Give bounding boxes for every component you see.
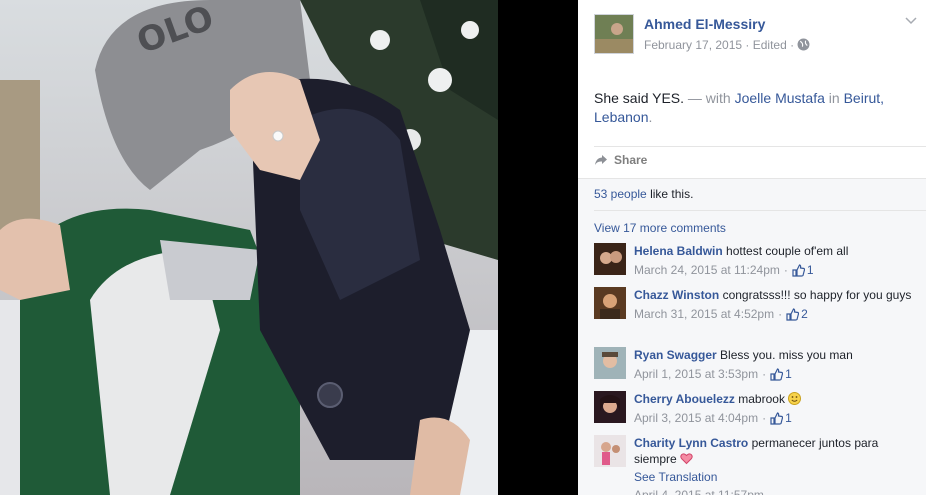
commenter-name[interactable]: Chazz Winston xyxy=(634,288,719,302)
likes-text: like this. xyxy=(650,187,694,201)
comment-meta: April 4, 2015 at 11:57pm xyxy=(634,487,914,495)
likes-count-link[interactable]: 53 people xyxy=(594,187,647,201)
photo-illustration: OLO xyxy=(0,0,498,495)
chevron-down-icon[interactable] xyxy=(904,16,918,26)
commenter-name[interactable]: Charity Lynn Castro xyxy=(634,436,748,450)
commenter-name[interactable]: Ryan Swagger xyxy=(634,348,717,362)
meta-separator: · xyxy=(790,38,795,52)
heart-emoji-icon xyxy=(680,453,693,465)
comment-time[interactable]: April 1, 2015 at 3:53pm xyxy=(634,366,758,382)
share-icon xyxy=(595,155,607,165)
meta-separator: · xyxy=(778,307,783,321)
smile-emoji-icon xyxy=(788,392,802,405)
comment-time[interactable]: April 4, 2015 at 11:57pm xyxy=(634,487,764,495)
comment-time[interactable]: March 24, 2015 at 11:24pm xyxy=(634,262,780,278)
tagged-person-link[interactable]: Joelle Mustafa xyxy=(735,90,825,106)
post-caption: She said YES. — with Joelle Mustafa in B… xyxy=(594,89,910,127)
comment-time[interactable]: April 3, 2015 at 4:04pm xyxy=(634,410,758,426)
comment-meta: March 24, 2015 at 11:24pm · 1 xyxy=(634,262,914,278)
meta-separator: · xyxy=(762,367,767,381)
caption-in: in xyxy=(828,90,840,106)
caption-period: . xyxy=(648,109,653,125)
like-thumb-icon[interactable] xyxy=(770,411,784,425)
comment-like-count[interactable]: 1 xyxy=(807,262,814,278)
post-date[interactable]: February 17, 2015 xyxy=(644,38,742,52)
commenter-avatar[interactable] xyxy=(594,347,626,379)
commenter-name[interactable]: Helena Baldwin xyxy=(634,244,723,258)
author-name[interactable]: Ahmed El-Messiry xyxy=(644,16,765,32)
comment-like-count[interactable]: 1 xyxy=(785,366,792,382)
commenter-avatar[interactable] xyxy=(594,287,626,319)
globe-icon[interactable] xyxy=(797,38,810,51)
post-photo[interactable]: OLO xyxy=(0,0,498,495)
likes-summary: 53 people like this. xyxy=(594,187,693,201)
divider xyxy=(594,146,926,147)
view-more-comments-link[interactable]: View 17 more comments xyxy=(594,221,726,235)
commenter-avatar[interactable] xyxy=(594,391,626,423)
meta-separator: · xyxy=(745,38,750,52)
comment-time[interactable]: March 31, 2015 at 4:52pm xyxy=(634,306,774,322)
share-label: Share xyxy=(614,153,648,167)
divider xyxy=(578,178,926,179)
commenter-name[interactable]: Cherry Abouelezz xyxy=(634,392,735,406)
commenter-avatar[interactable] xyxy=(594,435,626,467)
meta-separator: · xyxy=(783,263,788,277)
like-thumb-icon[interactable] xyxy=(792,263,805,277)
comment-meta: April 1, 2015 at 3:53pm · 1 xyxy=(634,366,914,382)
photo-viewer: OLO Ahmed El-Messiry February 17, 2015 ·… xyxy=(0,0,926,495)
commenter-avatar[interactable] xyxy=(594,243,626,275)
comment-meta: April 3, 2015 at 4:04pm · 1 xyxy=(634,410,914,426)
meta-separator: · xyxy=(762,411,767,425)
comment-meta: March 31, 2015 at 4:52pm · 2 xyxy=(634,306,914,322)
comments-section: 53 people like this. View 17 more commen… xyxy=(578,178,926,495)
comment-like-count[interactable]: 2 xyxy=(801,306,808,322)
comment-text: Bless you. miss you man xyxy=(720,348,853,362)
divider xyxy=(594,210,926,211)
like-thumb-icon[interactable] xyxy=(786,307,800,321)
edited-label[interactable]: Edited xyxy=(753,38,787,52)
comment-text: congratsss!!! so happy for you guys xyxy=(722,288,912,302)
caption-with: — with xyxy=(687,90,731,106)
like-thumb-icon[interactable] xyxy=(770,367,784,381)
post-details-panel: Ahmed El-Messiry February 17, 2015 · Edi… xyxy=(578,0,926,495)
post-header: Ahmed El-Messiry February 17, 2015 · Edi… xyxy=(578,0,926,64)
comment-text: mabrook xyxy=(738,392,785,406)
see-translation-link[interactable]: See Translation xyxy=(634,469,914,485)
comment-like-count[interactable]: 1 xyxy=(785,410,792,426)
share-button[interactable]: Share xyxy=(594,153,647,167)
post-meta: February 17, 2015 · Edited · xyxy=(644,38,810,52)
author-avatar[interactable] xyxy=(594,14,634,54)
caption-text: She said YES. xyxy=(594,90,685,106)
comment-text: hottest couple of'em all xyxy=(726,244,849,258)
